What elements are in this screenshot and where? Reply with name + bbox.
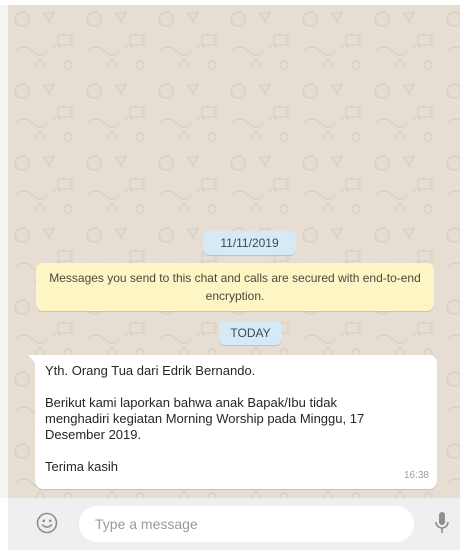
encryption-notice[interactable]: Messages you send to this chat and calls… xyxy=(36,263,434,311)
whatsapp-chat-window: 11/11/2019 Messages you send to this cha… xyxy=(0,0,469,552)
chat-conversation-panel[interactable]: 11/11/2019 Messages you send to this cha… xyxy=(8,5,460,498)
message-line: Desember 2019. xyxy=(45,427,142,442)
microphone-icon[interactable] xyxy=(434,511,450,535)
message-line: Terima kasih xyxy=(45,459,118,474)
message-line: Yth. Orang Tua dari Edrik Bernando. xyxy=(45,363,256,378)
message-line: Berikut kami laporkan bahwa anak Bapak/I… xyxy=(45,395,337,410)
message-composer-bar xyxy=(8,498,460,550)
date-separator-chip: 11/11/2019 xyxy=(203,231,296,255)
today-separator-chip: TODAY xyxy=(219,321,282,345)
smiley-icon[interactable] xyxy=(36,512,58,534)
message-input[interactable] xyxy=(79,506,414,542)
incoming-message-bubble[interactable]: Yth. Orang Tua dari Edrik Bernando. Beri… xyxy=(28,355,437,489)
message-timestamp: 16:38 xyxy=(403,470,429,481)
bubble-tail xyxy=(28,355,36,364)
message-line: menghadiri kegiatan Morning Worship pada… xyxy=(45,411,365,426)
window-edge xyxy=(0,5,8,498)
